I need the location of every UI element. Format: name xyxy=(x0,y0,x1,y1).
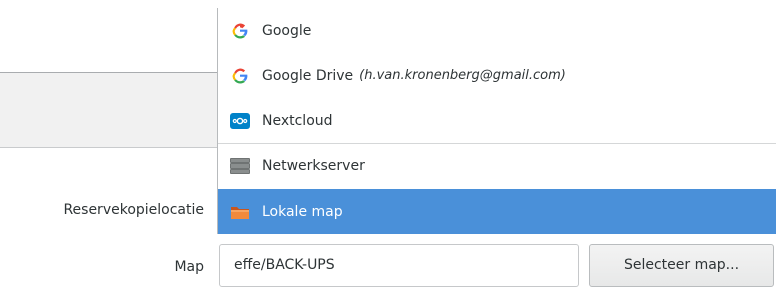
folder-label: Map xyxy=(174,259,204,275)
dropdown-item-label: Lokale map xyxy=(262,203,343,220)
dropdown-item-google-drive[interactable]: Google Drive (h.van.kronenberg@gmail.com… xyxy=(218,53,776,98)
dropdown-item-label: Google xyxy=(262,22,312,39)
dropdown-item-label: Google Drive xyxy=(262,67,354,84)
account-email: (h.van.kronenberg@gmail.com) xyxy=(359,68,566,83)
dropdown-item-network-server[interactable]: Netwerkserver xyxy=(218,143,776,188)
dropdown-item-nextcloud[interactable]: Nextcloud xyxy=(218,98,776,143)
backup-location-label: Reservekopielocatie xyxy=(63,202,204,218)
folder-path-input[interactable]: effe/BACK-UPS xyxy=(219,244,579,287)
dropdown-item-google[interactable]: Google xyxy=(218,8,776,53)
select-folder-button[interactable]: Selecteer map... xyxy=(589,244,774,287)
backup-location-dropdown: Google Google Drive (h.van.kronenberg@gm… xyxy=(217,8,776,234)
folder-icon xyxy=(230,202,250,222)
google-icon xyxy=(230,66,250,86)
dropdown-item-local-folder[interactable]: Lokale map xyxy=(218,189,776,234)
dropdown-item-label: Netwerkserver xyxy=(262,158,365,174)
network-server-icon xyxy=(230,156,250,176)
nextcloud-icon xyxy=(230,111,250,131)
dropdown-item-label: Nextcloud xyxy=(262,112,333,129)
google-icon xyxy=(230,21,250,41)
